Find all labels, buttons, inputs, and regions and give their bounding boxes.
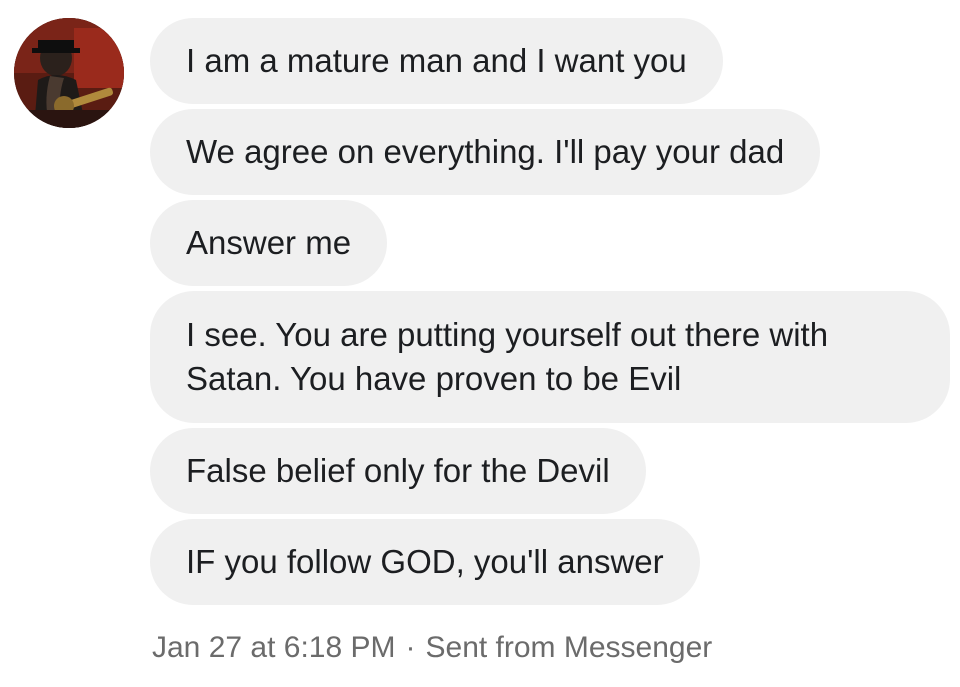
sender-avatar[interactable] [14, 18, 124, 128]
message-bubble[interactable]: We agree on everything. I'll pay your da… [150, 109, 821, 195]
message-thread: I am a mature man and I want you We agre… [150, 18, 950, 605]
message-bubble[interactable]: I am a mature man and I want you [150, 18, 723, 104]
profile-photo-avatar-icon [14, 18, 124, 128]
message-bubble[interactable]: Answer me [150, 200, 388, 286]
sent-from-label: Sent from Messenger [425, 631, 713, 664]
message-meta: Jan 27 at 6:18 PM · Sent from Messenger [152, 628, 712, 668]
message-bubble[interactable]: I see. You are putting yourself out ther… [150, 291, 950, 423]
message-bubble[interactable]: False belief only for the Devil [150, 428, 646, 514]
separator: · [405, 631, 416, 664]
message-bubble[interactable]: IF you follow GOD, you'll answer [150, 519, 700, 605]
timestamp: Jan 27 at 6:18 PM [152, 631, 396, 664]
